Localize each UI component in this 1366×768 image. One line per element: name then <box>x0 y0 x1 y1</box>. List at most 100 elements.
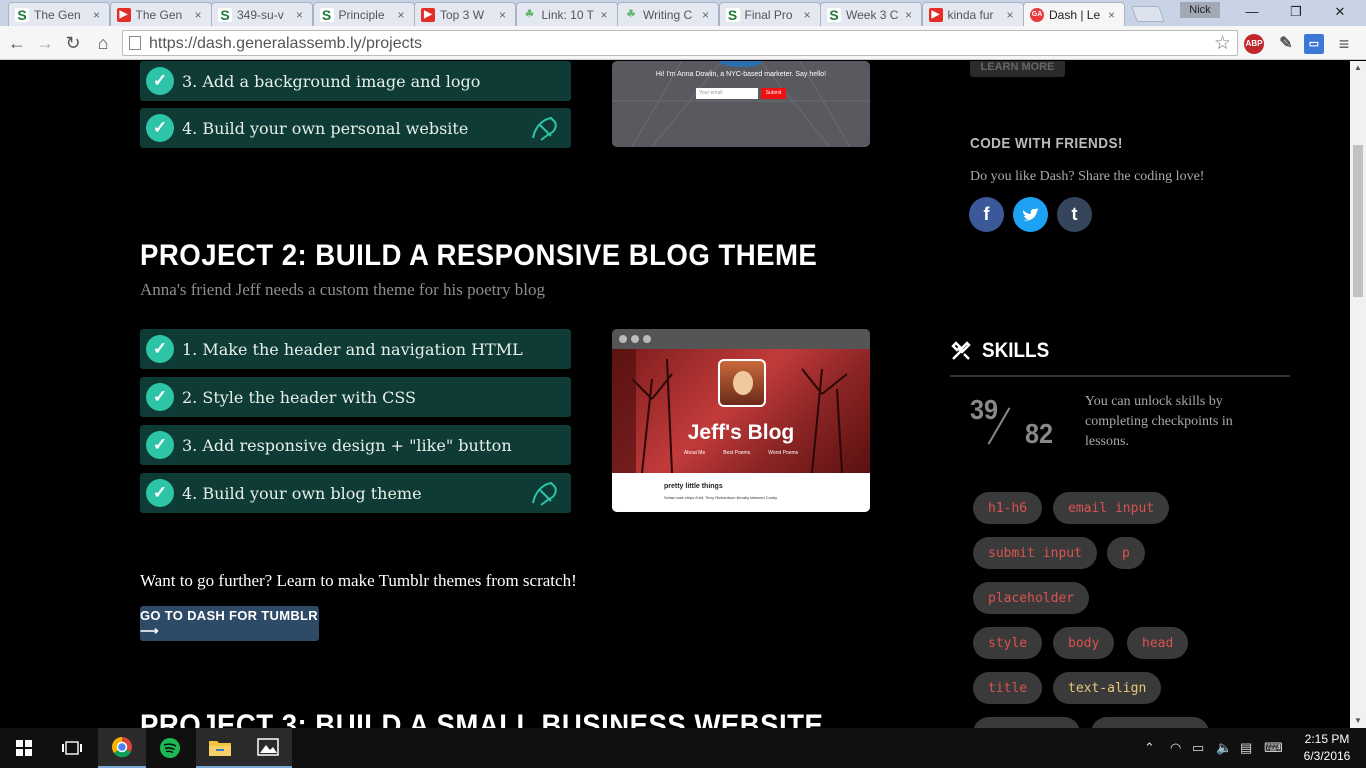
new-tab-button[interactable] <box>1131 6 1165 22</box>
skill-chip-h1-h6[interactable]: h1-h6 <box>973 492 1043 524</box>
skill-chip-submit-input[interactable]: submit input <box>973 537 1097 569</box>
browser-toolbar: ← → ↻ ⌂ https://dash.generalassemb.ly/pr… <box>0 26 1366 60</box>
sheets-s-icon: S <box>15 7 29 23</box>
back-icon[interactable]: ← <box>6 32 28 54</box>
browser-tab[interactable]: S The Gen × <box>8 2 110 26</box>
skill-chip-title[interactable]: title <box>973 672 1043 704</box>
code-with-friends-title: CODE WITH FRIENDS! <box>970 135 1123 152</box>
browser-tab[interactable]: ▶ kinda fur × <box>921 2 1024 26</box>
tab-close-icon[interactable]: × <box>905 8 915 22</box>
start-windows-icon[interactable] <box>0 728 48 768</box>
preview-caption: Hi! I'm Anna Dowlin, a NYC-based markete… <box>655 71 827 78</box>
project2-task-3[interactable]: ✓ 3. Add responsive design + "like" butt… <box>140 425 571 465</box>
sheets-s-icon: S <box>319 7 334 23</box>
task-label: 4. Build your own personal website <box>182 118 469 138</box>
volume-icon[interactable]: 🔈 <box>1216 740 1232 756</box>
tab-close-icon[interactable]: × <box>601 8 611 22</box>
adblock-plus-icon[interactable]: ABP <box>1244 34 1264 54</box>
tab-close-icon[interactable]: × <box>499 8 509 22</box>
scrollbar-thumb[interactable] <box>1353 145 1363 297</box>
address-bar[interactable]: https://dash.generalassemb.ly/projects ☆ <box>122 30 1238 56</box>
tab-close-icon[interactable]: × <box>1108 8 1118 22</box>
tab-close-icon[interactable]: × <box>398 8 408 22</box>
bookmark-star-icon[interactable]: ☆ <box>1214 32 1231 55</box>
tumblr-share-icon[interactable]: t <box>1057 197 1092 232</box>
twitter-share-icon[interactable] <box>1013 197 1048 232</box>
tools-icon <box>951 341 971 360</box>
skill-chip-p[interactable]: p <box>1107 537 1145 569</box>
browser-tab[interactable]: GA Dash | Le × <box>1023 2 1125 26</box>
maximize-button[interactable]: ❐ <box>1274 0 1318 24</box>
tab-label: Dash | Le <box>1049 7 1101 22</box>
skill-chip-partial[interactable] <box>1091 717 1209 728</box>
learn-more-button[interactable]: LEARN MORE <box>970 61 1065 77</box>
project1-task-3[interactable]: ✓ 3. Add a background image and logo <box>140 61 571 101</box>
go-to-dash-tumblr-button[interactable]: GO TO DASH FOR TUMBLR ⟶ <box>140 606 319 641</box>
project2-task-1[interactable]: ✓ 1. Make the header and navigation HTML <box>140 329 571 369</box>
skill-chip-head[interactable]: head <box>1127 627 1189 659</box>
skill-chip-style[interactable]: style <box>973 627 1043 659</box>
skill-chip-email-input[interactable]: email input <box>1053 492 1170 524</box>
page-info-icon[interactable] <box>129 36 141 50</box>
reload-icon[interactable]: ↻ <box>62 32 84 54</box>
tab-close-icon[interactable]: × <box>93 8 103 22</box>
skill-chip-body[interactable]: body <box>1053 627 1115 659</box>
menu-icon[interactable]: ≡ <box>1334 34 1354 54</box>
tab-label: Writing C <box>643 7 693 22</box>
scroll-up-arrow-icon[interactable]: ▲ <box>1350 61 1366 75</box>
project3-title: PROJECT 3: BUILD A SMALL BUSINESS WEBSIT… <box>140 709 824 728</box>
chrome-taskbar-icon[interactable] <box>98 728 146 768</box>
facebook-share-icon[interactable]: f <box>969 197 1004 232</box>
browser-tab[interactable]: ☘ Writing C × <box>617 2 719 26</box>
cast-icon[interactable]: ▭ <box>1304 34 1324 54</box>
notifications-icon[interactable]: ▤ <box>1240 740 1252 756</box>
skill-chip-partial[interactable] <box>973 717 1080 728</box>
skills-unlocked-count: 39 <box>970 394 999 425</box>
minimize-button[interactable]: — <box>1230 0 1274 24</box>
project1-preview-image: Hi! I'm Anna Dowlin, a NYC-based markete… <box>612 61 870 147</box>
profile-button[interactable]: Nick <box>1180 2 1220 18</box>
task-view-icon[interactable] <box>48 728 96 768</box>
skill-chip-text-align[interactable]: text-align <box>1053 672 1162 704</box>
browser-tab[interactable]: ▶ The Gen × <box>109 2 212 26</box>
wifi-icon[interactable]: ◠ <box>1170 740 1181 756</box>
project2-task-4[interactable]: ✓ 4. Build your own blog theme <box>140 473 571 513</box>
check-icon: ✓ <box>146 383 174 411</box>
spotify-icon[interactable] <box>146 728 194 768</box>
battery-icon[interactable]: ▭ <box>1192 740 1204 756</box>
dash-projects-page: ✓ 3. Add a background image and logo ✓ 4… <box>0 61 1350 728</box>
keyboard-icon[interactable]: ⌨ <box>1264 740 1283 756</box>
url-text[interactable]: https://dash.generalassemb.ly/projects <box>149 35 422 53</box>
file-explorer-icon[interactable] <box>196 728 244 768</box>
horse-head-icon <box>532 481 557 506</box>
tab-close-icon[interactable]: × <box>1007 8 1017 22</box>
eyedropper-icon[interactable]: ✎ <box>1276 34 1296 54</box>
project1-task-4[interactable]: ✓ 4. Build your own personal website <box>140 108 571 148</box>
task-label: 1. Make the header and navigation HTML <box>182 339 523 359</box>
tab-close-icon[interactable]: × <box>804 8 814 22</box>
further-text: Want to go further? Learn to make Tumblr… <box>140 571 577 590</box>
page-scrollbar[interactable]: ▲ ▼ <box>1350 61 1366 728</box>
blog-nav-item: Worst Poems <box>768 450 799 456</box>
browser-tab[interactable]: ▶ Top 3 W × <box>414 2 516 26</box>
tab-label: Principle <box>338 7 385 22</box>
tab-close-icon[interactable]: × <box>296 8 306 22</box>
tab-label: Final Pro <box>744 7 793 22</box>
tab-close-icon[interactable]: × <box>702 8 712 22</box>
browser-tab[interactable]: S Principle × <box>312 2 415 26</box>
browser-tab[interactable]: ☘ Link: 10 T × <box>515 2 618 26</box>
project2-task-2[interactable]: ✓ 2. Style the header with CSS <box>140 377 571 417</box>
browser-tab[interactable]: S Final Pro × <box>718 2 821 26</box>
browser-tab[interactable]: S 349-su-v × <box>211 2 313 26</box>
home-icon[interactable]: ⌂ <box>92 32 114 54</box>
browser-tab[interactable]: S Week 3 C × <box>820 2 922 26</box>
scroll-down-arrow-icon[interactable]: ▼ <box>1350 714 1366 728</box>
photos-icon[interactable] <box>244 728 292 768</box>
tray-chevron-icon[interactable]: ⌃ <box>1144 740 1155 756</box>
close-window-button[interactable]: ✕ <box>1318 0 1362 24</box>
skills-divider <box>950 375 1290 377</box>
forward-icon[interactable]: → <box>34 32 56 54</box>
tab-close-icon[interactable]: × <box>195 8 205 22</box>
taskbar-clock[interactable]: 2:15 PM 6/3/2016 <box>1296 731 1358 765</box>
skill-chip-placeholder[interactable]: placeholder <box>973 582 1090 614</box>
